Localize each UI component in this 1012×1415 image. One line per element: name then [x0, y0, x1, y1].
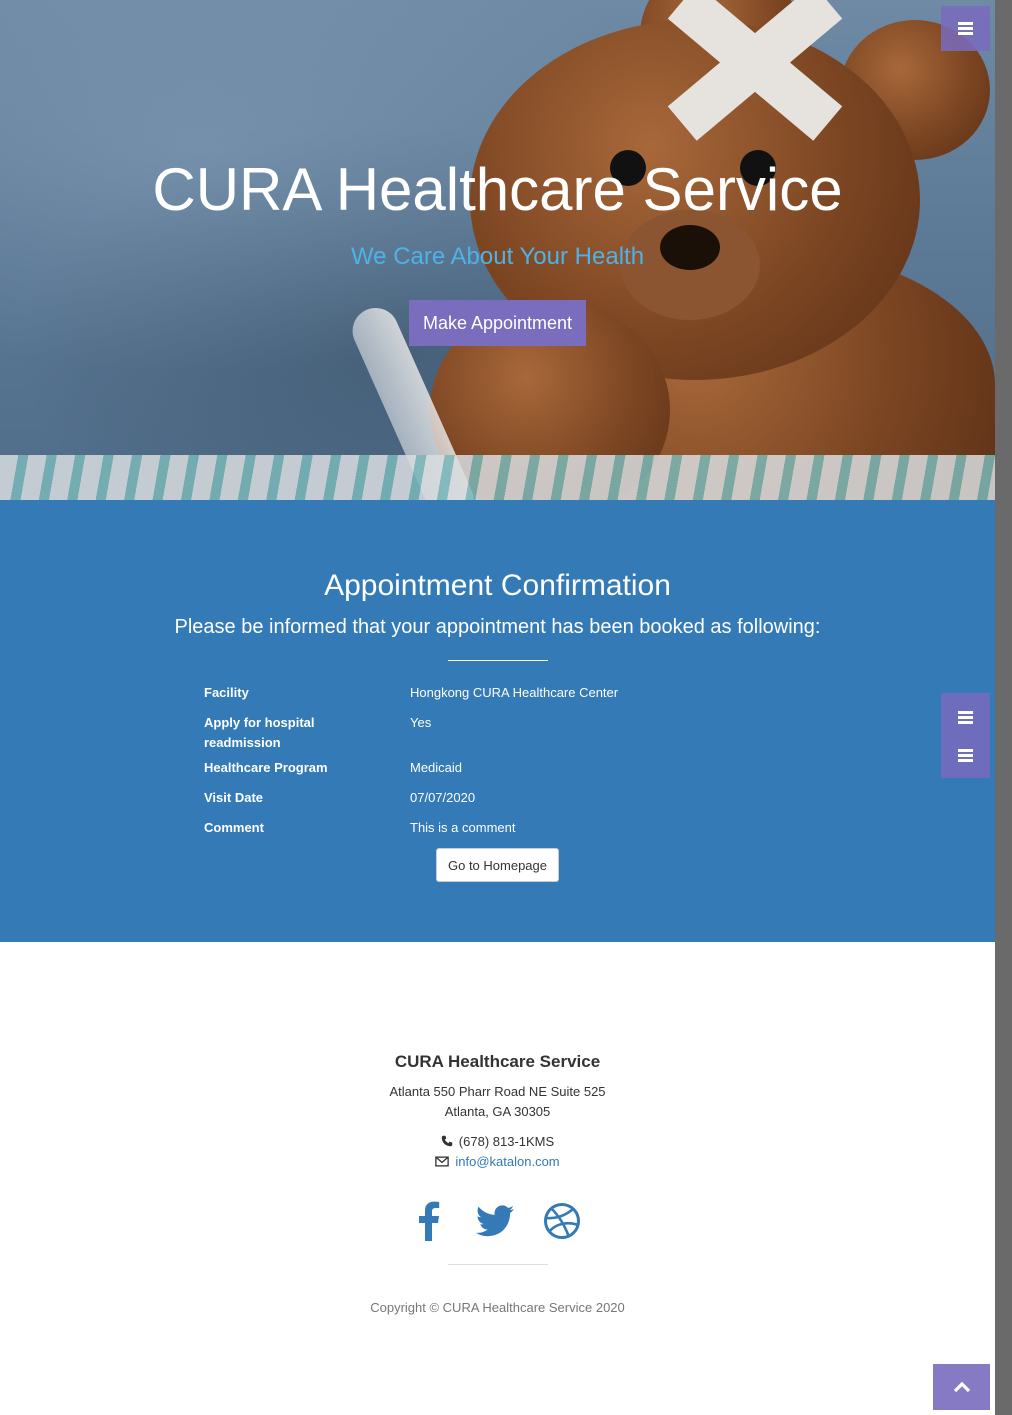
phone-icon [441, 1135, 453, 1147]
facility-value: Hongkong CURA Healthcare Center [410, 685, 619, 700]
hero-subtitle: We Care About Your Health [350, 243, 645, 270]
go-to-homepage-button[interactable]: Go to Homepage [436, 848, 559, 882]
footer-title: CURA Healthcare Service [394, 1052, 601, 1071]
row-label: Comment [204, 820, 264, 835]
row-label: Healthcare Program [204, 760, 328, 775]
scroll-to-top-button[interactable] [933, 1364, 990, 1410]
hamburger-icon [958, 749, 973, 762]
menu-toggle-button[interactable] [941, 733, 990, 778]
scrollbar[interactable] [995, 0, 1012, 1415]
hero-title: CURA Healthcare Service [152, 156, 843, 223]
email-line: info@katalon.com [0, 1152, 995, 1172]
row-label: Visit Date [204, 790, 264, 805]
visit-date-value: 07/07/2020 [410, 790, 476, 805]
phone-number: (678) 813-1KMS [458, 1134, 555, 1149]
dribbble-icon[interactable] [540, 1199, 584, 1243]
row-label: Apply for hospital readmission [204, 715, 315, 750]
copyright-text: Copyright © CURA Healthcare Service 2020 [370, 1300, 625, 1315]
address-line: Atlanta 550 Pharr Road NE Suite 525 [389, 1084, 606, 1099]
divider [448, 1264, 548, 1265]
hero-header: CURA Healthcare Service We Care About Yo… [0, 0, 995, 500]
make-appointment-button[interactable]: Make Appointment [409, 300, 586, 346]
program-value: Medicaid [410, 760, 463, 775]
menu-toggle-button[interactable] [941, 6, 990, 51]
section-lead: Please be informed that your appointment… [174, 616, 821, 638]
readmission-value: Yes [410, 715, 432, 730]
hamburger-icon [958, 22, 973, 35]
row-label: Facility [204, 685, 249, 700]
twitter-icon[interactable] [473, 1199, 517, 1243]
chevron-up-icon [953, 1381, 970, 1393]
hamburger-icon [958, 710, 973, 724]
appointment-confirmation-section: Appointment Confirmation Please be infor… [0, 500, 995, 942]
envelope-icon [435, 1156, 450, 1167]
menu-toggle-button[interactable] [941, 693, 990, 733]
divider [448, 660, 548, 661]
address-line: Atlanta, GA 30305 [444, 1104, 551, 1119]
page: CURA Healthcare Service We Care About Yo… [0, 0, 995, 1415]
facebook-icon[interactable] [407, 1199, 451, 1243]
section-heading: Appointment Confirmation [324, 569, 671, 602]
footer: CURA Healthcare Service Atlanta 550 Phar… [0, 942, 995, 1415]
email-link[interactable]: info@katalon.com [455, 1154, 559, 1169]
phone-line: (678) 813-1KMS [0, 1132, 995, 1152]
comment-value: This is a comment [410, 820, 516, 835]
blanket [0, 455, 995, 500]
